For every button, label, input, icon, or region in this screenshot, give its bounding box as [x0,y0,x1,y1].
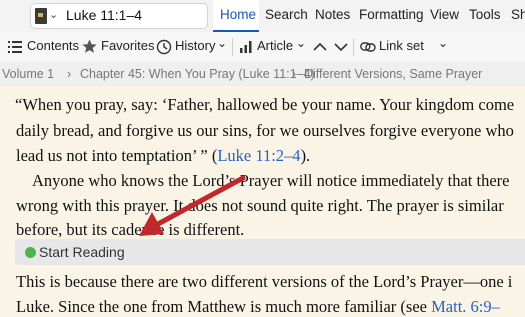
tab-notes[interactable]: Notes [315,7,350,22]
contents-list-icon [8,41,22,53]
reading-pane: “When you pray, say: ‘Father, hallowed b… [0,86,525,317]
tab-share[interactable]: Sh [511,7,525,22]
breadcrumb: Volume 1 › Chapter 45: When You Pray (Lu… [0,62,525,86]
article-chevron-icon[interactable]: ⌄ [296,36,306,50]
previous-up-icon[interactable] [313,42,327,52]
link-set-chevron-icon[interactable]: ⌄ [438,36,448,50]
tab-home[interactable]: Home [220,7,256,22]
chevron-down-icon: ⌄ [49,9,59,21]
resource-selector[interactable]: ⌄ Luke 11:1–4 [30,3,208,29]
next-down-icon[interactable] [334,42,348,52]
toolbar-divider [353,38,354,56]
breadcrumb-section[interactable]: Different Versions, Same Prayer [304,67,482,81]
tab-view[interactable]: View [430,7,459,22]
link-set-button[interactable]: Link set [379,38,424,53]
breadcrumb-volume[interactable]: Volume 1 [2,67,54,81]
contents-button[interactable]: Contents [27,38,79,53]
top-ribbon: ⌄ Luke 11:1–4 Home Search Notes Formatti… [0,0,525,33]
breadcrumb-chapter[interactable]: Chapter 45: When You Pray (Luke 11:1–4) [80,67,315,81]
tab-tools[interactable]: Tools [469,7,501,22]
tab-formatting[interactable]: Formatting [359,7,424,22]
annotation-arrow [139,175,246,236]
favorites-button[interactable]: Favorites [101,38,154,53]
tab-search[interactable]: Search [265,7,308,22]
article-bars-icon [240,41,252,53]
resource-title: Luke 11:1–4 [66,7,143,23]
star-icon [82,39,97,53]
article-button[interactable]: Article [257,38,293,53]
book-icon [35,8,47,24]
breadcrumb-separator-icon: › [292,67,297,81]
history-icon [156,39,172,55]
breadcrumb-separator-icon: › [67,67,72,81]
history-button[interactable]: History [175,38,215,53]
toolbar-divider [232,38,233,56]
history-chevron-icon[interactable]: ⌄ [217,36,227,50]
toolbar: Contents Favorites History ⌄ Article ⌄ L… [0,32,525,63]
link-icon [360,42,376,52]
